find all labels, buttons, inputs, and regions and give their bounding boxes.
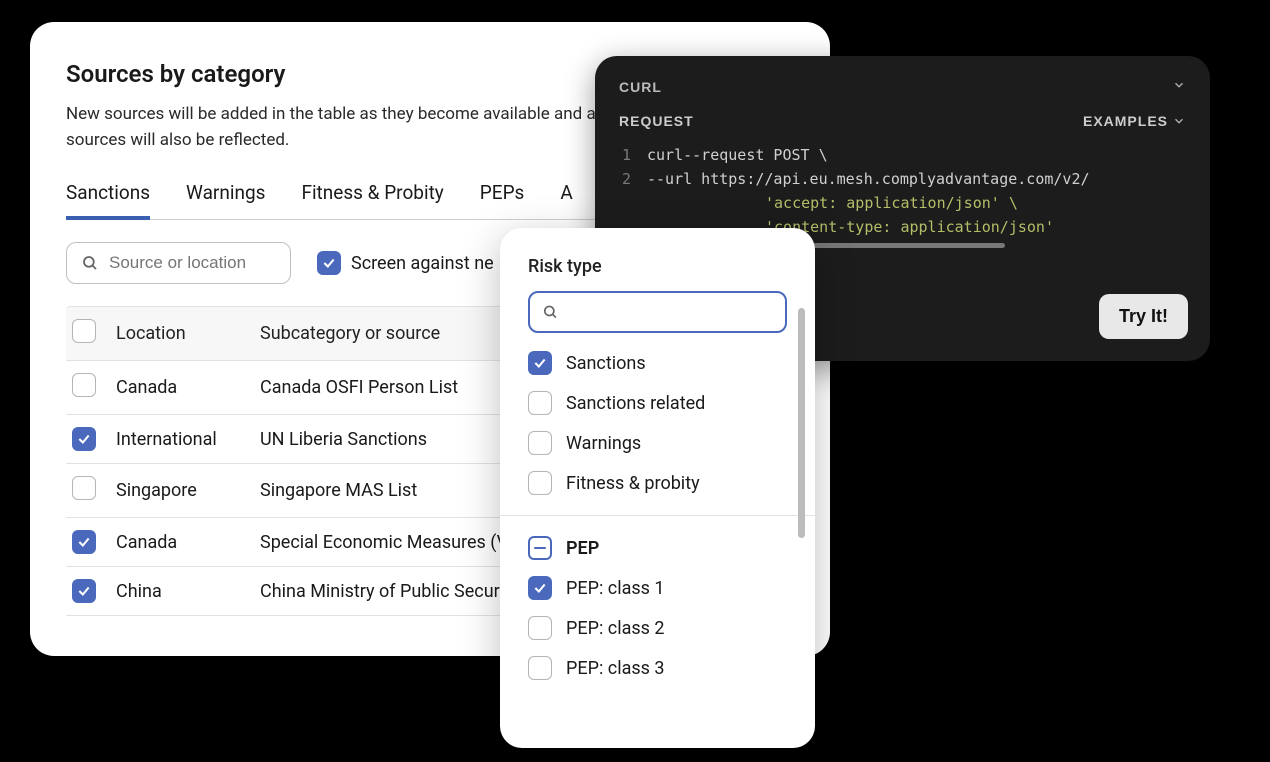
screen-against-checkbox[interactable] — [317, 251, 341, 275]
line-number — [619, 191, 647, 215]
try-it-button[interactable]: Try It! — [1099, 294, 1188, 339]
screen-against-toggle[interactable]: Screen against ne — [317, 251, 494, 275]
line-number: 2 — [619, 167, 647, 191]
code-lang-chevron-icon[interactable] — [1172, 78, 1186, 95]
code-token: curl — [647, 143, 683, 167]
risk-separator — [500, 515, 815, 516]
risk-search[interactable] — [528, 291, 787, 333]
risk-label: Fitness & probity — [566, 473, 700, 494]
chevron-down-icon — [1172, 114, 1186, 128]
tab-sanctions[interactable]: Sanctions — [66, 181, 150, 220]
risk-title: Risk type — [528, 256, 807, 277]
line-number: 1 — [619, 143, 647, 167]
vertical-scrollbar[interactable] — [798, 308, 805, 538]
row-location: Canada — [116, 532, 246, 553]
risk-label: PEP — [566, 538, 599, 559]
risk-group-pep[interactable]: PEP — [528, 536, 807, 560]
tab-fitness-probity[interactable]: Fitness & Probity — [301, 181, 443, 219]
source-search[interactable] — [66, 242, 291, 284]
risk-item-fitness-probity[interactable]: Fitness & probity — [528, 471, 807, 495]
select-all-checkbox[interactable] — [72, 319, 96, 343]
risk-label: Warnings — [566, 433, 641, 454]
code-section-label: REQUEST — [619, 113, 694, 129]
risk-checkbox[interactable] — [528, 616, 552, 640]
row-checkbox[interactable] — [72, 530, 96, 554]
code-token: --url https://api.eu.mesh.complyadvantag… — [647, 167, 1090, 191]
risk-checkbox[interactable] — [528, 656, 552, 680]
row-location: Canada — [116, 377, 246, 398]
risk-checkbox[interactable] — [528, 431, 552, 455]
col-location: Location — [116, 323, 246, 344]
risk-search-input[interactable] — [559, 303, 773, 321]
risk-item-pep-class-2[interactable]: PEP: class 2 — [528, 616, 807, 640]
risk-label: PEP: class 1 — [566, 578, 665, 599]
row-checkbox[interactable] — [72, 476, 96, 500]
examples-label: EXAMPLES — [1083, 113, 1168, 129]
row-location: Singapore — [116, 480, 246, 501]
tab-more[interactable]: A — [560, 181, 572, 219]
risk-checkbox[interactable] — [528, 576, 552, 600]
code-token: --request POST \ — [683, 143, 828, 167]
risk-label: Sanctions related — [566, 393, 705, 414]
risk-checkbox[interactable] — [528, 471, 552, 495]
tab-warnings[interactable]: Warnings — [186, 181, 265, 219]
row-checkbox[interactable] — [72, 579, 96, 603]
row-checkbox[interactable] — [72, 427, 96, 451]
search-icon — [542, 303, 559, 321]
search-icon — [81, 254, 99, 272]
examples-dropdown[interactable]: EXAMPLES — [1083, 113, 1186, 129]
risk-label: PEP: class 3 — [566, 658, 665, 679]
screen-against-label: Screen against ne — [351, 253, 494, 274]
risk-checkbox[interactable] — [528, 351, 552, 375]
risk-item-warnings[interactable]: Warnings — [528, 431, 807, 455]
risk-checkbox-indeterminate[interactable] — [528, 536, 552, 560]
risk-type-popover: Risk type Sanctions Sanctions related Wa… — [500, 228, 815, 748]
risk-list: Sanctions Sanctions related Warnings Fit… — [528, 351, 807, 680]
risk-label: PEP: class 2 — [566, 618, 665, 639]
risk-item-sanctions-related[interactable]: Sanctions related — [528, 391, 807, 415]
source-search-input[interactable] — [109, 253, 276, 273]
risk-checkbox[interactable] — [528, 391, 552, 415]
tab-peps[interactable]: PEPs — [480, 181, 525, 219]
row-location: International — [116, 429, 246, 450]
code-token: 'accept: application/json' \ — [765, 191, 1018, 215]
risk-item-pep-class-3[interactable]: PEP: class 3 — [528, 656, 807, 680]
row-location: China — [116, 581, 246, 602]
risk-label: Sanctions — [566, 353, 646, 374]
row-checkbox[interactable] — [72, 373, 96, 397]
risk-item-pep-class-1[interactable]: PEP: class 1 — [528, 576, 807, 600]
code-lang-label[interactable]: CURL — [619, 79, 662, 95]
risk-item-sanctions[interactable]: Sanctions — [528, 351, 807, 375]
